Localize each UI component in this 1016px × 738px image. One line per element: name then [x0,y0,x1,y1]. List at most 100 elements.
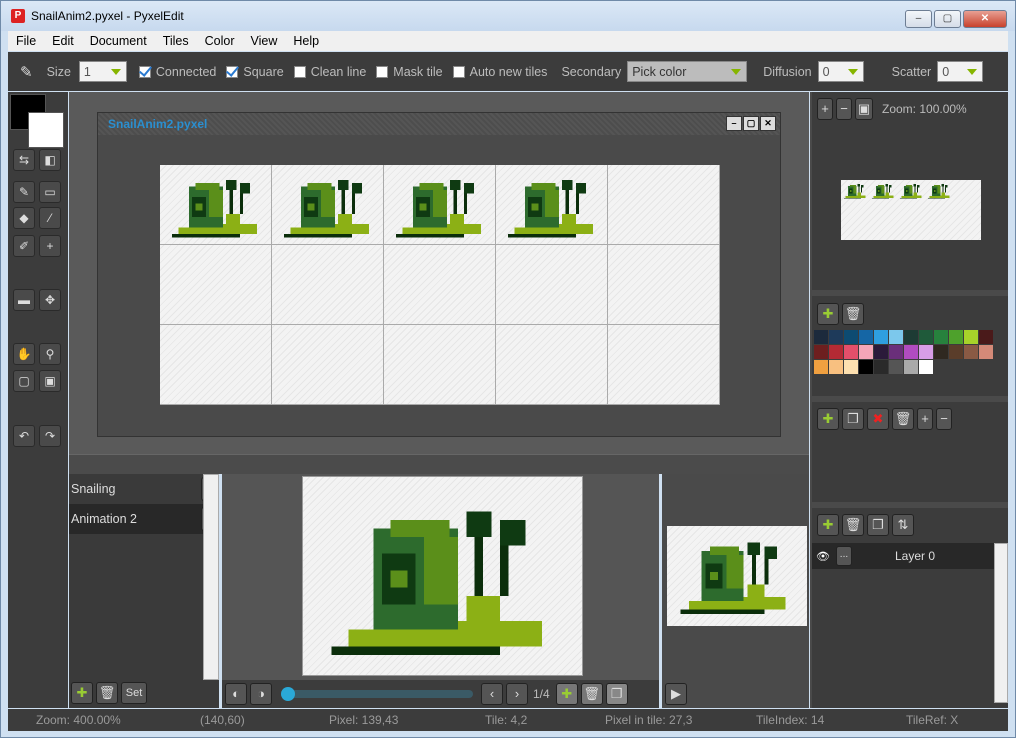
tile-cell[interactable] [384,245,496,325]
palette-swatch[interactable] [859,330,873,344]
secondary-dropdown[interactable]: Pick color [627,61,748,82]
palette-swatch[interactable] [844,345,858,359]
palette-swatch[interactable] [859,345,873,359]
palette-swatch[interactable] [904,330,918,344]
menu-edit[interactable]: Edit [44,34,82,48]
palette-swatch[interactable] [964,330,978,344]
animation-item-selected[interactable]: Animation 2... [69,504,219,534]
tile-cell[interactable] [496,325,608,405]
tile-cell[interactable] [496,245,608,325]
tile-cell[interactable] [608,165,720,245]
brush-tool-icon[interactable]: ✐ [13,235,35,257]
zoom-in-icon[interactable]: + [817,98,833,120]
panel-splitter[interactable] [69,454,809,474]
palette-swatch[interactable] [964,345,978,359]
palette-swatch[interactable] [844,360,858,374]
rect-select-icon[interactable]: ▬ [13,289,35,311]
palette-swatch[interactable] [889,360,903,374]
zoom-out-icon[interactable]: − [836,98,852,120]
scatter-dropdown[interactable]: 0 [937,61,984,82]
tile-cell[interactable] [272,325,384,405]
close-button[interactable]: ✕ [963,10,1007,28]
palette-swatch[interactable] [979,345,993,359]
pencil-tool-icon[interactable]: ✎ [13,181,35,203]
layers-scrollbar[interactable] [994,543,1008,703]
tile-zoom-in-icon[interactable]: + [917,408,933,430]
palette-swatch[interactable] [814,330,828,344]
palette-swatch[interactable] [934,330,948,344]
palette-swatch[interactable] [919,330,933,344]
palette-swatch[interactable] [934,345,948,359]
doc-minimize-button[interactable]: – [726,116,742,131]
palette-swatch[interactable] [919,360,933,374]
tile-cell[interactable] [608,325,720,405]
diffusion-dropdown[interactable]: 0 [817,61,864,82]
add-color-icon[interactable]: ✚ [817,303,839,325]
timeline-handle[interactable] [281,687,295,701]
crosshair-tool-icon[interactable]: + [39,235,61,257]
eraser-tool-icon[interactable]: ▭ [39,181,61,203]
palette-swatch[interactable] [949,330,963,344]
duplicate-tile-icon[interactable]: ❐ [842,408,864,430]
prev-frame-icon[interactable]: ‹ [481,683,503,705]
navigator-thumbnail[interactable] [841,180,981,240]
animation-list-scrollbar[interactable] [203,474,219,680]
color-picker-icon[interactable]: ⁄ [39,207,61,229]
tile-cell[interactable] [160,245,272,325]
palette-swatch[interactable] [979,330,993,344]
next-frame-icon[interactable]: › [506,683,528,705]
set-button[interactable]: Set [121,682,147,704]
menu-help[interactable]: Help [285,34,327,48]
secondary-color-swatch[interactable] [28,112,64,148]
palette-swatch[interactable] [919,345,933,359]
palette-swatch[interactable] [814,360,828,374]
fit-view-icon[interactable]: ▣ [855,98,873,120]
palette-swatch[interactable] [904,345,918,359]
palette-swatch[interactable] [874,330,888,344]
palette-swatch[interactable] [829,345,843,359]
menu-tiles[interactable]: Tiles [155,34,197,48]
palette-swatch[interactable] [874,345,888,359]
palette-swatch[interactable] [829,330,843,344]
doc-maximize-button[interactable]: ▢ [743,116,759,131]
swap-colors-icon[interactable]: ⇆ [13,149,35,171]
tile-canvas[interactable] [160,165,720,405]
palette-swatch[interactable] [814,345,828,359]
add-frame-icon[interactable]: ✚ [555,683,578,705]
menu-file[interactable]: File [8,34,44,48]
palette-swatch[interactable] [859,360,873,374]
add-layer-icon[interactable]: ✚ [817,514,839,536]
palette-swatch[interactable] [904,360,918,374]
delete-animation-icon[interactable]: 🗑 [96,682,118,704]
tile-cell[interactable] [608,245,720,325]
hand-tool-icon[interactable]: ✋ [13,343,35,365]
eye-icon[interactable]: 👁 [816,550,830,563]
delete-frame-icon[interactable]: 🗑 [580,683,603,705]
clean-line-checkbox[interactable] [293,65,306,78]
merge-layer-icon[interactable]: ⇅ [892,514,914,536]
layer-options-button[interactable]: ... [835,546,852,566]
duplicate-frame-icon[interactable]: ❐ [605,683,628,705]
palette-swatch[interactable] [889,345,903,359]
tile-select-icon[interactable]: ▢ [13,370,35,392]
layer-row[interactable]: 👁 ... Layer 0 [812,543,994,569]
connected-checkbox[interactable] [138,65,151,78]
trash-tile-icon[interactable]: 🗑 [892,408,914,430]
zoom-tool-icon[interactable]: ⚲ [39,343,61,365]
tile-zoom-out-icon[interactable]: − [936,408,952,430]
size-dropdown[interactable]: 1 [78,61,127,82]
tile-cell[interactable] [384,325,496,405]
palette-swatch[interactable] [844,330,858,344]
palette-swatch[interactable] [889,330,903,344]
tile-cell[interactable] [272,245,384,325]
undo-icon[interactable]: ↶ [13,425,35,447]
menu-view[interactable]: View [243,34,286,48]
onion-back-icon[interactable]: ◐ [225,683,247,705]
animation-item[interactable]: Snailing... [69,474,219,504]
play-icon[interactable]: ▶ [665,683,687,705]
square-checkbox[interactable] [226,65,239,78]
maximize-button[interactable]: ▢ [934,10,961,28]
menu-document[interactable]: Document [82,34,155,48]
mask-tile-checkbox[interactable] [376,65,389,78]
default-colors-icon[interactable]: ◧ [39,149,61,171]
